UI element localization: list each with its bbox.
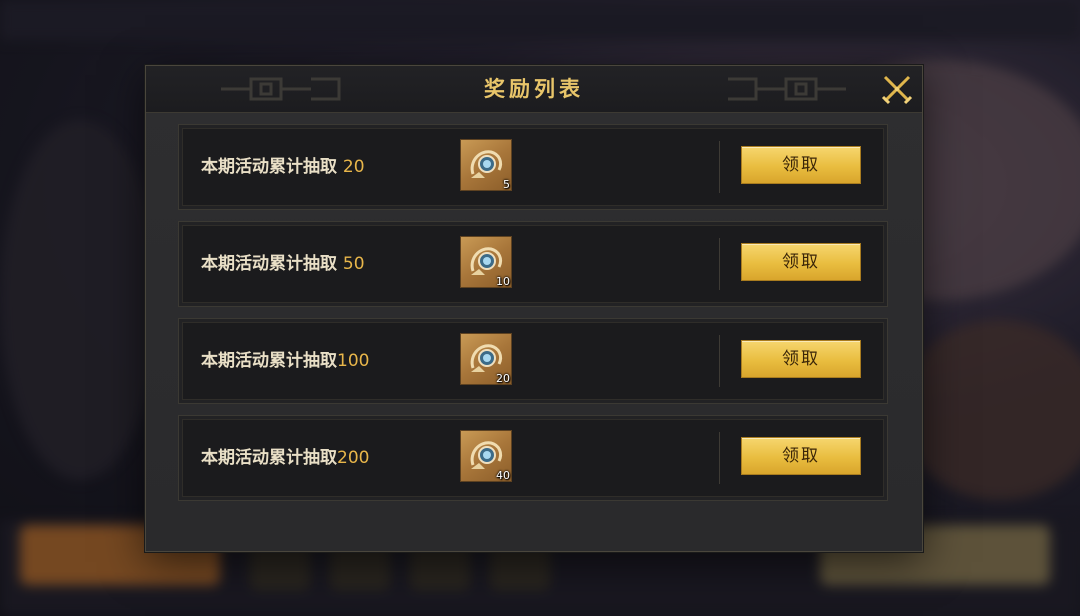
- claim-button[interactable]: 领取: [741, 146, 861, 184]
- item-count: 5: [503, 178, 510, 191]
- reward-condition-text: 本期活动累计抽取: [201, 351, 337, 371]
- reward-condition: 本期活动累计抽取 20: [201, 125, 365, 209]
- reward-condition: 本期活动累计抽取100: [201, 319, 369, 403]
- reward-condition-text: 本期活动累计抽取: [201, 448, 337, 468]
- reward-threshold: 50: [342, 254, 365, 274]
- reward-item-slot[interactable]: 5: [460, 139, 512, 191]
- item-count: 40: [496, 469, 510, 482]
- crossed-swords-close-icon: [881, 75, 913, 105]
- reward-row: 本期活动累计抽取200 40 领取: [178, 415, 888, 501]
- reward-item-slot[interactable]: 20: [460, 333, 512, 385]
- reward-row: 本期活动累计抽取 50 10 领取: [178, 221, 888, 307]
- reward-item-slot[interactable]: 40: [460, 430, 512, 482]
- reward-threshold: 200: [337, 448, 370, 468]
- claim-button[interactable]: 领取: [741, 340, 861, 378]
- reward-condition-text: 本期活动累计抽取: [201, 254, 337, 274]
- reward-row: 本期活动累计抽取100 20 领取: [178, 318, 888, 404]
- reward-threshold: 20: [342, 157, 365, 177]
- amulet-compass-icon: [470, 150, 503, 178]
- close-button[interactable]: [880, 72, 914, 106]
- dialog-header: 奖励列表: [146, 66, 922, 113]
- row-divider: [719, 335, 720, 387]
- item-count: 20: [496, 372, 510, 385]
- item-count: 10: [496, 275, 510, 288]
- reward-condition: 本期活动累计抽取 50: [201, 222, 365, 306]
- reward-condition-text: 本期活动累计抽取: [201, 157, 337, 177]
- reward-item-slot[interactable]: 10: [460, 236, 512, 288]
- dialog-title: 奖励列表: [484, 76, 584, 101]
- claim-button[interactable]: 领取: [741, 437, 861, 475]
- row-divider: [719, 432, 720, 484]
- reward-condition: 本期活动累计抽取200: [201, 416, 369, 500]
- reward-threshold: 100: [337, 351, 370, 371]
- row-divider: [719, 238, 720, 290]
- reward-row: 本期活动累计抽取 20 5 领取: [178, 124, 888, 210]
- row-divider: [719, 141, 720, 193]
- reward-list-dialog: 奖励列表 本期活动累计抽取 20 5 领取 本期活动累计抽取 50 10 领取 …: [145, 65, 923, 552]
- claim-button[interactable]: 领取: [741, 243, 861, 281]
